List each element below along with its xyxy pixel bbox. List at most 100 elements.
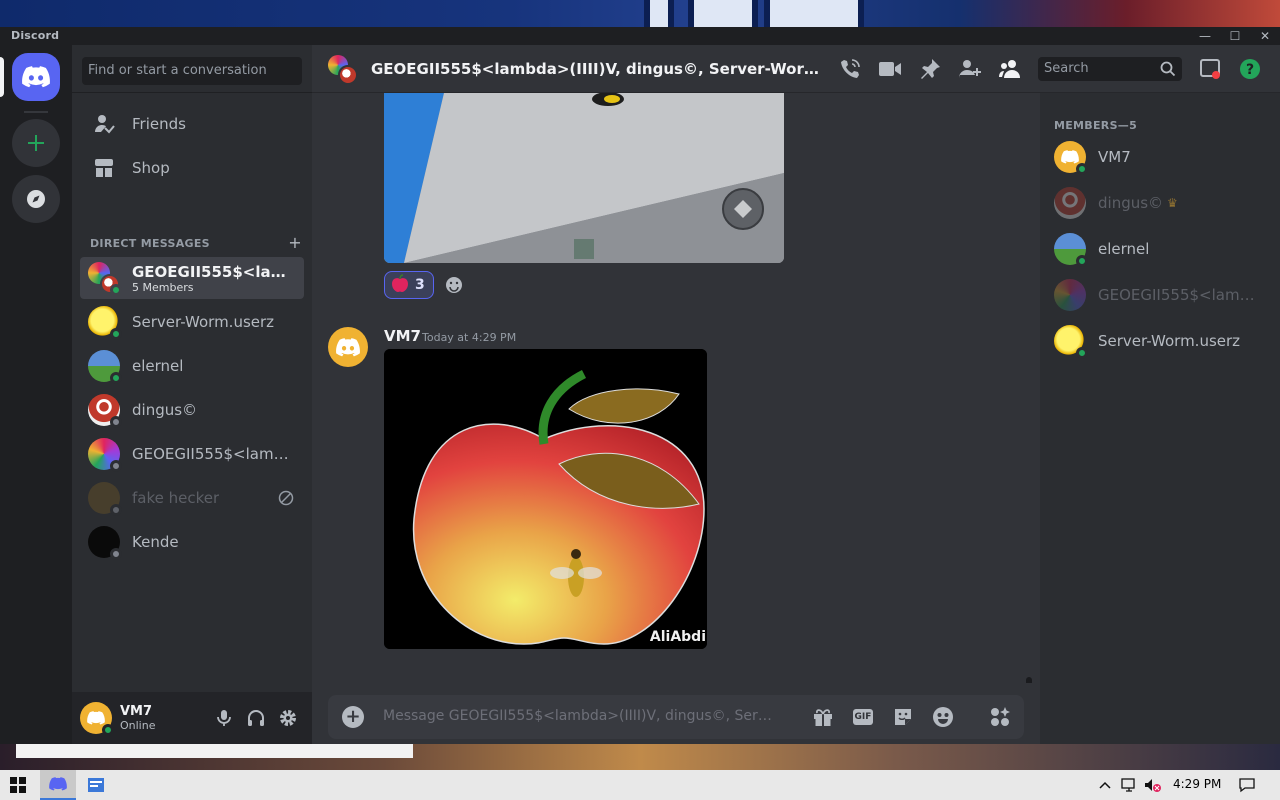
message-timestamp: Today at 4:29 PM — [422, 331, 517, 344]
mute-button[interactable] — [212, 706, 236, 730]
user-settings-button[interactable] — [276, 706, 300, 730]
member-item-dingus[interactable]: dingus© ♛ — [1048, 181, 1272, 225]
avatar — [88, 438, 122, 472]
search-icon — [1160, 61, 1176, 81]
dm-sidebar: Find or start a conversation Friends Sho… — [72, 45, 312, 744]
smile-icon — [446, 277, 462, 293]
member-item-server-worm[interactable]: Server-Worm.userz — [1048, 319, 1272, 363]
crown-icon: ♛ — [1167, 196, 1178, 210]
desktop-wallpaper-bottom — [0, 744, 1280, 770]
notification-icon — [1239, 778, 1255, 793]
upload-button[interactable]: + — [342, 706, 364, 728]
member-item-geoegii[interactable]: GEOEGII555$<lambda>(IIII)V — [1048, 273, 1272, 317]
status-online — [1076, 163, 1088, 175]
discord-logo-icon — [336, 337, 360, 356]
shop-icon — [92, 156, 116, 180]
member-list-toggle[interactable] — [998, 57, 1022, 81]
dm-name: Kende — [132, 533, 179, 551]
apple-image-attachment[interactable]: AliAbdi — [384, 349, 707, 649]
discord-logo-icon — [87, 711, 105, 725]
emoji-button[interactable] — [931, 705, 955, 729]
member-name: dingus© — [1098, 194, 1164, 212]
image-content — [384, 93, 784, 263]
add-friends-to-dm-button[interactable] — [958, 57, 982, 81]
dm-item-group[interactable]: GEOEGII555$<lambda>(IIII)V, dingus©, Ser… — [80, 257, 304, 299]
header-search-input[interactable]: Search — [1038, 57, 1182, 81]
member-item-elernel[interactable]: elernel — [1048, 227, 1272, 271]
discord-window: Discord — ☐ ✕ Find or start a conversati… — [0, 27, 1280, 744]
create-dm-button[interactable]: + — [288, 233, 302, 252]
message-author-name[interactable]: VM7 — [384, 327, 421, 345]
dm-item-geoegii[interactable]: GEOEGII555$<lambda>(IIII)V — [80, 433, 304, 475]
member-item-vm7[interactable]: VM7 — [1048, 135, 1272, 179]
reaction-count: 3 — [415, 277, 425, 293]
taskbar-discord[interactable] — [40, 770, 76, 800]
apps-button[interactable] — [988, 705, 1012, 729]
nav-label: Friends — [132, 115, 186, 133]
close-button[interactable]: ✕ — [1250, 27, 1280, 45]
group-avatar — [88, 262, 122, 296]
status-online — [102, 724, 114, 736]
dm-name: GEOEGII555$<lambda>(IIII)V, dingus©, Ser… — [132, 262, 292, 281]
sticker-button[interactable] — [891, 705, 915, 729]
minimize-button[interactable]: — — [1190, 27, 1220, 45]
notifications-button[interactable] — [1236, 770, 1258, 800]
inbox-button[interactable] — [1198, 57, 1222, 81]
wallpaper-window — [644, 0, 674, 27]
message-image-attachment[interactable] — [384, 93, 784, 263]
status-offline — [110, 504, 122, 516]
channel-title: GEOEGII555$<lambda>(IIII)V, dingus©, Ser… — [371, 60, 821, 78]
discover-button[interactable] — [12, 175, 60, 223]
home-button[interactable] — [12, 53, 60, 101]
deafen-button[interactable] — [244, 706, 268, 730]
status-offline — [110, 416, 122, 428]
taskbar-clock[interactable]: 4:29 PM — [1173, 777, 1221, 791]
windows-logo-icon — [10, 777, 26, 793]
volume-icon-button[interactable] — [1142, 770, 1164, 800]
dm-item-server-worm[interactable]: Server-Worm.userz — [80, 301, 304, 343]
message-author-avatar[interactable] — [328, 327, 368, 367]
sticker-icon — [895, 709, 911, 725]
pinned-messages-button[interactable] — [918, 57, 942, 81]
dm-item-kende[interactable]: Kende — [80, 521, 304, 563]
status-offline — [110, 460, 122, 472]
message-composer[interactable]: + Message GEOEGII555$<lambda>(IIII)V, di… — [328, 695, 1024, 739]
maximize-button[interactable]: ☐ — [1220, 27, 1250, 45]
avatar — [1054, 141, 1088, 175]
headphones-icon — [248, 710, 264, 726]
dm-name: fake hecker — [132, 489, 220, 507]
add-reaction-button[interactable] — [444, 275, 464, 295]
direct-messages-header: DIRECT MESSAGES + — [90, 233, 302, 252]
desktop-wallpaper-top — [0, 0, 1280, 27]
add-server-button[interactable] — [12, 119, 60, 167]
avatar — [1054, 187, 1086, 219]
search-placeholder: Search — [1044, 61, 1089, 76]
start-button[interactable] — [0, 770, 36, 800]
message-input[interactable]: Message GEOEGII555$<lambda>(IIII)V, ding… — [383, 708, 778, 724]
gear-icon — [280, 710, 296, 726]
dm-item-elernel[interactable]: elernel — [80, 345, 304, 387]
reaction-apple[interactable]: 3 — [384, 271, 434, 299]
user-avatar[interactable] — [80, 702, 114, 736]
network-icon-button[interactable] — [1118, 770, 1140, 800]
dm-item-dingus[interactable]: dingus© — [80, 389, 304, 431]
friends-icon — [92, 112, 116, 136]
dm-item-fake-hecker[interactable]: fake hecker — [80, 477, 304, 519]
video-call-button[interactable] — [878, 57, 902, 81]
network-icon — [1121, 778, 1135, 792]
gif-button[interactable]: GIF — [851, 705, 875, 729]
inbox-icon — [1200, 59, 1220, 79]
member-name: Server-Worm.userz — [1098, 332, 1241, 350]
tray-overflow-button[interactable] — [1094, 770, 1116, 800]
gift-button[interactable] — [811, 705, 835, 729]
voice-call-button[interactable] — [838, 57, 862, 81]
message-scrollbar[interactable] — [1026, 677, 1032, 683]
find-conversation-button[interactable]: Find or start a conversation — [82, 57, 302, 85]
wallpaper-window — [688, 0, 758, 27]
help-button[interactable]: ? — [1238, 57, 1262, 81]
nav-friends[interactable]: Friends — [80, 103, 304, 145]
status-offline — [110, 548, 122, 560]
add-user-icon — [959, 60, 981, 78]
taskbar-app[interactable] — [78, 770, 114, 800]
nav-shop[interactable]: Shop — [80, 147, 304, 189]
